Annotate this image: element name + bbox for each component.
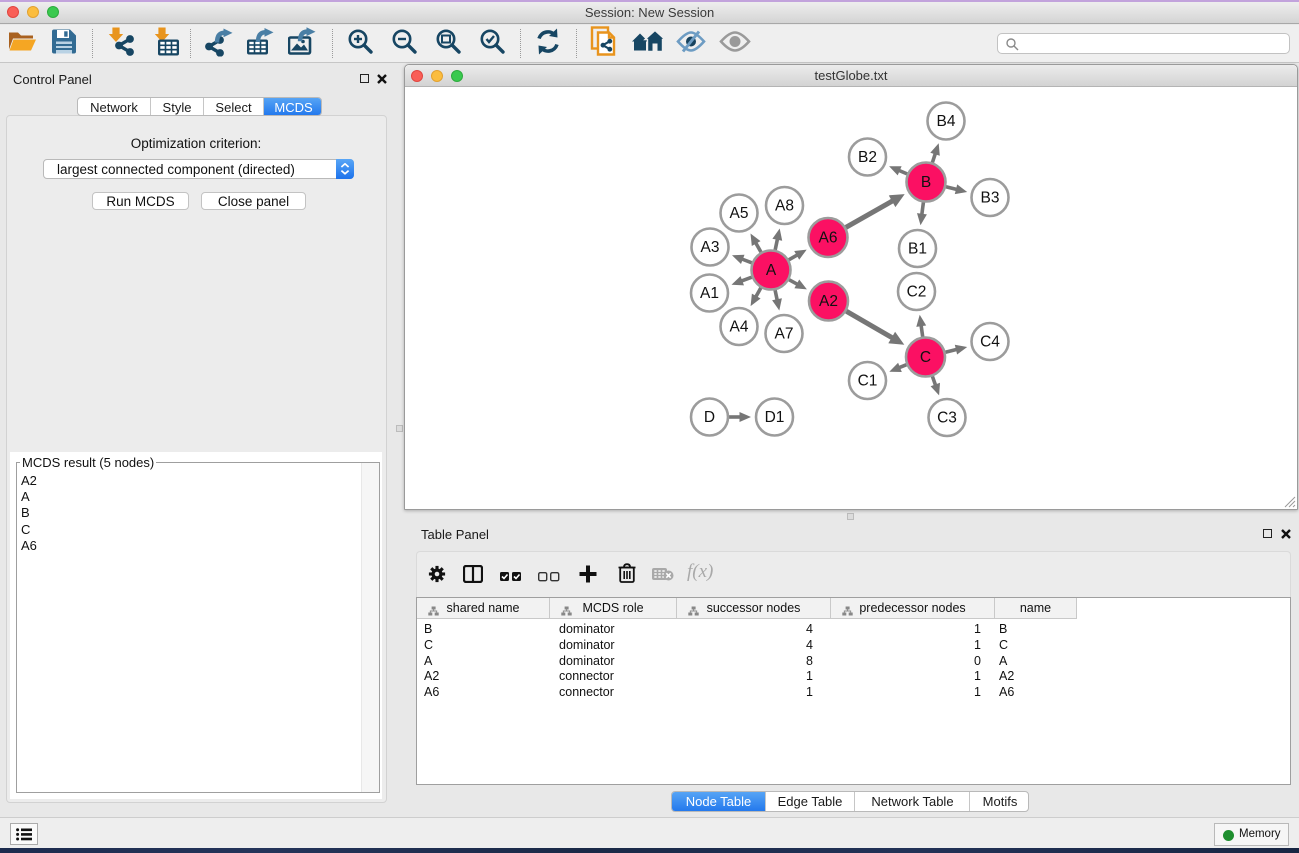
- svg-text:B: B: [921, 174, 931, 191]
- svg-text:D1: D1: [765, 409, 785, 426]
- svg-text:B4: B4: [937, 113, 956, 130]
- svg-text:A7: A7: [775, 326, 794, 343]
- svg-text:C2: C2: [907, 284, 927, 301]
- svg-text:C1: C1: [858, 373, 878, 390]
- svg-text:A: A: [766, 262, 777, 279]
- svg-text:D: D: [704, 409, 715, 426]
- svg-text:A1: A1: [700, 285, 719, 302]
- svg-text:B1: B1: [908, 241, 927, 258]
- svg-text:C4: C4: [980, 334, 1000, 351]
- svg-text:A3: A3: [701, 239, 720, 256]
- svg-text:A8: A8: [775, 198, 794, 215]
- svg-text:A2: A2: [819, 293, 838, 310]
- svg-text:A6: A6: [819, 230, 838, 247]
- svg-text:C3: C3: [937, 410, 957, 427]
- svg-text:B2: B2: [858, 149, 877, 166]
- svg-text:B3: B3: [981, 190, 1000, 207]
- svg-text:A5: A5: [730, 205, 749, 222]
- svg-text:C: C: [920, 349, 931, 366]
- svg-text:A4: A4: [730, 319, 749, 336]
